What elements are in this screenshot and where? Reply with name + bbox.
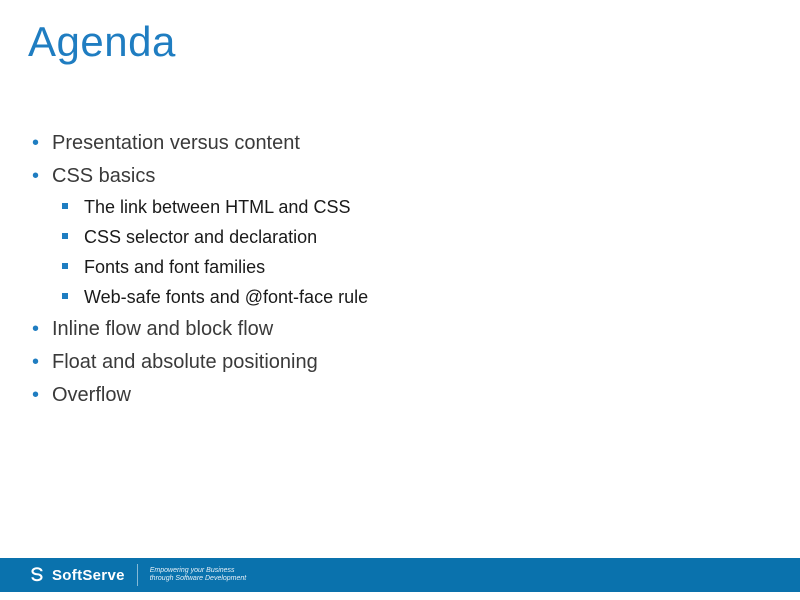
brand-name: SoftServe bbox=[52, 567, 125, 584]
list-item-text: Fonts and font families bbox=[84, 257, 265, 277]
list-item-text: Overflow bbox=[52, 384, 131, 406]
list-item: Inline flow and block flow bbox=[28, 314, 772, 345]
bullet-list: Presentation versus content CSS basics T… bbox=[28, 128, 772, 411]
list-item-text: The link between HTML and CSS bbox=[84, 197, 350, 217]
footer-bar: SoftServe Empowering your Business throu… bbox=[0, 558, 800, 592]
softserve-logo-icon bbox=[28, 566, 46, 584]
list-item: Fonts and font families bbox=[52, 254, 772, 282]
list-item: CSS selector and declaration bbox=[52, 224, 772, 252]
slide-title: Agenda bbox=[28, 18, 176, 66]
brand-tagline: Empowering your Business through Softwar… bbox=[150, 567, 247, 584]
footer-divider bbox=[137, 564, 138, 586]
list-item: CSS basics The link between HTML and CSS… bbox=[28, 161, 772, 312]
tagline-line: Empowering your Business bbox=[150, 567, 247, 575]
list-item-text: Inline flow and block flow bbox=[52, 318, 273, 340]
list-item: Overflow bbox=[28, 380, 772, 411]
tagline-line: through Software Development bbox=[150, 575, 247, 583]
list-item: Web-safe fonts and @font-face rule bbox=[52, 284, 772, 312]
list-item-text: Float and absolute positioning bbox=[52, 351, 318, 373]
list-item-text: CSS selector and declaration bbox=[84, 227, 317, 247]
list-item-text: Presentation versus content bbox=[52, 132, 300, 154]
list-item-text: CSS basics bbox=[52, 165, 155, 187]
list-item: The link between HTML and CSS bbox=[52, 194, 772, 222]
list-item-text: Web-safe fonts and @font-face rule bbox=[84, 287, 368, 307]
brand-logo: SoftServe bbox=[28, 566, 125, 584]
slide: Agenda Presentation versus content CSS b… bbox=[0, 0, 800, 600]
list-item: Presentation versus content bbox=[28, 128, 772, 159]
slide-content: Presentation versus content CSS basics T… bbox=[28, 128, 772, 413]
sub-bullet-list: The link between HTML and CSS CSS select… bbox=[52, 194, 772, 312]
list-item: Float and absolute positioning bbox=[28, 347, 772, 378]
